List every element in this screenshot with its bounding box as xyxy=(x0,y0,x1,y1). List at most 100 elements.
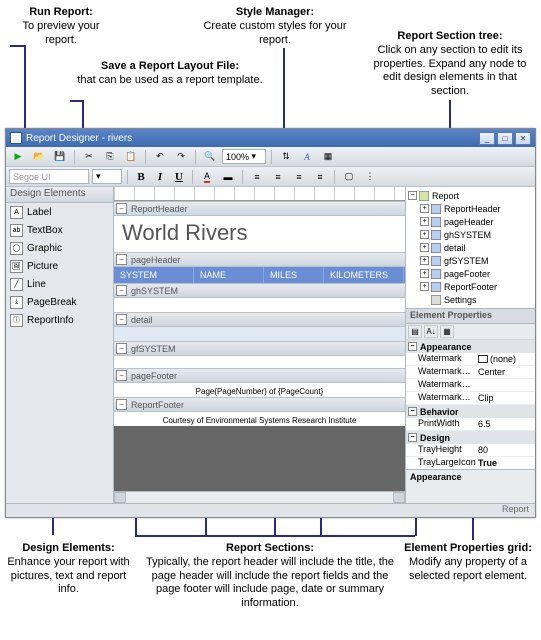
redo-button[interactable]: ↷ xyxy=(172,149,190,165)
design-element-graphic[interactable]: ◯Graphic xyxy=(6,239,113,257)
report-title[interactable]: World Rivers xyxy=(122,220,397,246)
column-system[interactable]: SYSTEM xyxy=(114,267,194,283)
prop-row-watermarkprinton[interactable]: WatermarkPrintO xyxy=(406,379,535,392)
section-bar-reportfooter[interactable]: −ReportFooter xyxy=(114,397,405,412)
collapse-icon[interactable]: − xyxy=(116,285,127,296)
prop-row-watermark[interactable]: Watermark(none) xyxy=(406,353,535,366)
expand-icon[interactable]: − xyxy=(408,191,417,200)
bold-button[interactable]: B xyxy=(133,169,149,184)
section-detail[interactable] xyxy=(114,327,405,341)
collapse-icon[interactable]: − xyxy=(116,343,127,354)
italic-button[interactable]: I xyxy=(152,169,168,184)
expand-icon[interactable]: + xyxy=(420,230,429,239)
undo-button[interactable]: ↶ xyxy=(151,149,169,165)
tree-node-gfsystem[interactable]: +gfSYSTEM xyxy=(408,254,533,267)
scroll-left-arrow[interactable] xyxy=(114,492,126,503)
column-name[interactable]: NAME xyxy=(194,267,264,283)
border-button[interactable]: ▢ xyxy=(340,169,358,185)
zoom-in-button[interactable]: 🔍 xyxy=(201,149,219,165)
prop-row-watermarkalign[interactable]: WatermarkAlignmCenter xyxy=(406,366,535,379)
font-color-button[interactable]: A xyxy=(198,169,216,185)
categorized-button[interactable]: ▤ xyxy=(408,325,422,338)
align-left-button[interactable]: ≡ xyxy=(248,169,266,185)
page-expression[interactable]: Page{PageNumber} of {PageCount} xyxy=(196,387,324,396)
designer-body[interactable]: −ReportHeader World Rivers −pageHeader S… xyxy=(114,201,405,491)
maximize-button[interactable]: □ xyxy=(497,132,513,145)
collapse-icon[interactable]: − xyxy=(116,203,127,214)
section-gfsystem[interactable] xyxy=(114,356,405,368)
section-pagefooter[interactable]: Page{PageNumber} of {PageCount} xyxy=(114,383,405,397)
section-pageheader[interactable]: SYSTEM NAME MILES KILOMETERS xyxy=(114,267,405,283)
open-button[interactable]: 📂 xyxy=(30,149,48,165)
align-justify-button[interactable]: ≡ xyxy=(311,169,329,185)
design-element-textbox[interactable]: abTextBox xyxy=(6,221,113,239)
tree-node-ghsystem[interactable]: +ghSYSTEM xyxy=(408,228,533,241)
report-section-tree[interactable]: −Report +ReportHeader +pageHeader +ghSYS… xyxy=(406,187,535,309)
properties-button[interactable]: ▦ xyxy=(440,325,454,338)
save-button[interactable]: 💾 xyxy=(51,149,69,165)
tree-node-reportfooter[interactable]: +ReportFooter xyxy=(408,280,533,293)
section-ghsystem[interactable] xyxy=(114,298,405,312)
prop-row-printwidth[interactable]: PrintWidth6.5 xyxy=(406,418,535,431)
underline-button[interactable]: U xyxy=(171,169,187,184)
section-bar-reportheader[interactable]: −ReportHeader xyxy=(114,201,405,216)
expand-icon[interactable]: + xyxy=(420,217,429,226)
copy-button[interactable]: ⎘ xyxy=(101,149,119,165)
collapse-icon[interactable]: − xyxy=(116,254,127,265)
properties-grid[interactable]: −Appearance Watermark(none) WatermarkAli… xyxy=(406,340,535,469)
bullets-button[interactable]: ⋮ xyxy=(361,169,379,185)
design-element-picture[interactable]: 🖼Picture xyxy=(6,257,113,275)
prop-row-traylargeicon[interactable]: TrayLargeIconTrue xyxy=(406,457,535,469)
column-kilometers[interactable]: KILOMETERS xyxy=(324,267,404,283)
collapse-icon[interactable]: − xyxy=(116,314,127,325)
fill-color-button[interactable]: ▬ xyxy=(219,169,237,185)
prop-category-behavior[interactable]: −Behavior xyxy=(406,405,535,418)
expand-icon[interactable]: + xyxy=(420,269,429,278)
prop-category-appearance[interactable]: −Appearance xyxy=(406,340,535,353)
collapse-icon[interactable]: − xyxy=(116,399,127,410)
alphabetical-button[interactable]: A↓ xyxy=(424,325,438,338)
style-manager-button[interactable]: A xyxy=(298,149,316,165)
section-bar-ghsystem[interactable]: −ghSYSTEM xyxy=(114,283,405,298)
align-right-button[interactable]: ≡ xyxy=(290,169,308,185)
section-reportfooter[interactable]: Courtesy of Environmental Systems Resear… xyxy=(114,412,405,426)
prop-row-watermarksize[interactable]: WatermarkSizeMClip xyxy=(406,392,535,405)
section-reportheader[interactable]: World Rivers xyxy=(114,216,405,252)
tree-node-reportheader[interactable]: +ReportHeader xyxy=(408,202,533,215)
expand-icon[interactable]: + xyxy=(420,282,429,291)
expand-icon[interactable]: + xyxy=(420,256,429,265)
column-miles[interactable]: MILES xyxy=(264,267,324,283)
tree-node-settings[interactable]: Settings xyxy=(408,293,533,306)
collapse-icon[interactable]: − xyxy=(116,370,127,381)
font-name-combo[interactable]: Segoe UI xyxy=(9,169,89,184)
prop-category-design[interactable]: −Design xyxy=(406,431,535,444)
expand-icon[interactable]: + xyxy=(420,243,429,252)
section-bar-gfsystem[interactable]: −gfSYSTEM xyxy=(114,341,405,356)
section-bar-pageheader[interactable]: −pageHeader xyxy=(114,252,405,267)
reorder-button[interactable]: ⇅ xyxy=(277,149,295,165)
design-element-line[interactable]: ╱Line xyxy=(6,275,113,293)
design-element-reportinfo[interactable]: ⓘReportInfo xyxy=(6,311,113,329)
prop-row-trayheight[interactable]: TrayHeight80 xyxy=(406,444,535,457)
scroll-right-arrow[interactable] xyxy=(393,492,405,503)
scroll-track[interactable] xyxy=(126,492,393,503)
font-size-combo[interactable]: ▾ xyxy=(92,169,122,184)
design-element-pagebreak[interactable]: ⤓PageBreak xyxy=(6,293,113,311)
tree-node-report[interactable]: −Report xyxy=(408,189,533,202)
section-bar-detail[interactable]: −detail xyxy=(114,312,405,327)
paste-button[interactable]: 📋 xyxy=(122,149,140,165)
section-bar-pagefooter[interactable]: −pageFooter xyxy=(114,368,405,383)
expand-icon[interactable]: + xyxy=(420,204,429,213)
footer-text[interactable]: Courtesy of Environmental Systems Resear… xyxy=(163,416,357,425)
close-button[interactable]: ✕ xyxy=(515,132,531,145)
tree-node-pageheader[interactable]: +pageHeader xyxy=(408,215,533,228)
cut-button[interactable]: ✂ xyxy=(80,149,98,165)
tree-node-pagefooter[interactable]: +pageFooter xyxy=(408,267,533,280)
align-center-button[interactable]: ≡ xyxy=(269,169,287,185)
horizontal-scrollbar[interactable] xyxy=(114,491,405,503)
run-report-button[interactable]: ▶ xyxy=(9,149,27,165)
minimize-button[interactable]: _ xyxy=(479,132,495,145)
zoom-combo[interactable]: 100% ▾ xyxy=(222,149,266,164)
design-element-label[interactable]: ALabel xyxy=(6,203,113,221)
tree-node-detail[interactable]: +detail xyxy=(408,241,533,254)
